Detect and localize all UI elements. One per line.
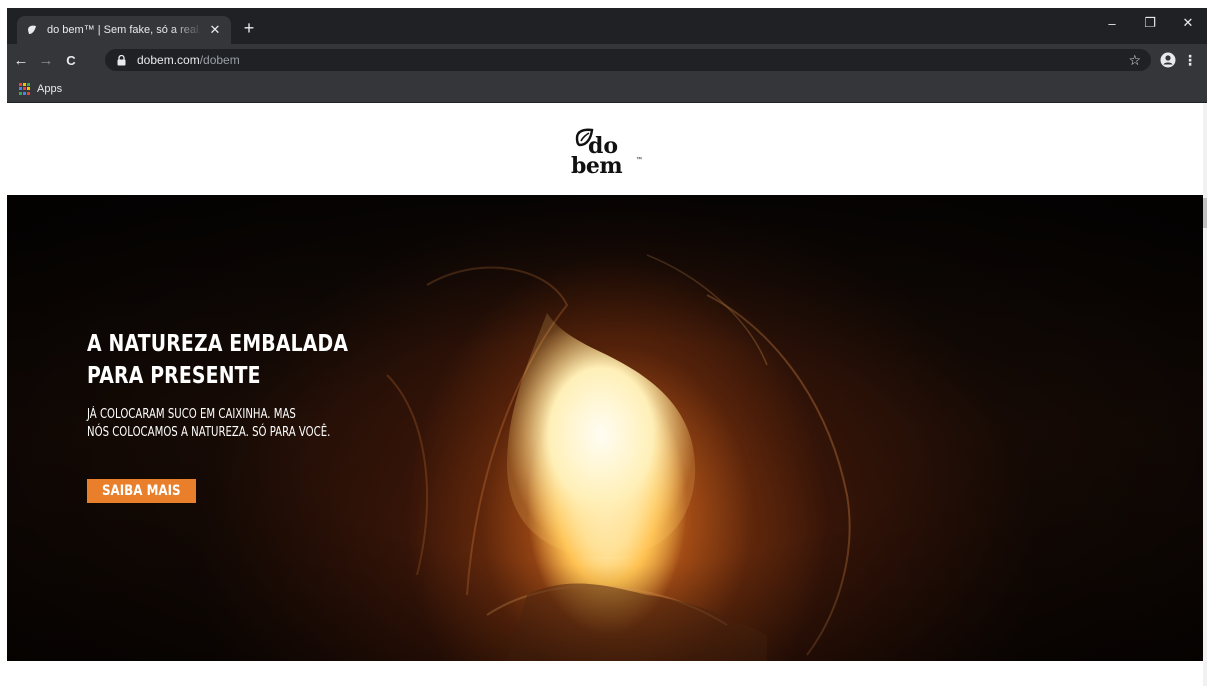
bookmark-star-icon[interactable]: ☆ bbox=[1128, 52, 1141, 69]
cta-label: SAIBA MAIS bbox=[101, 483, 181, 499]
bookmarks-bar: Apps bbox=[7, 76, 1207, 103]
url-text: dobem.com/dobem bbox=[137, 53, 240, 67]
logo-bem: bem bbox=[571, 153, 623, 179]
hero-title-line1: A NATUREZA EMBALADA bbox=[87, 331, 349, 357]
url-path: /dobem bbox=[199, 53, 240, 67]
hero-title-line2: PARA PRESENTE bbox=[87, 363, 261, 389]
hero-text-block: A NATUREZA EMBALADA PARA PRESENTE JÁ COL… bbox=[87, 328, 447, 442]
browser-window: do bem™ | Sem fake, só a real. Só ✕ + – … bbox=[7, 8, 1207, 686]
browser-toolbar: ← → C dobem.com/dobem ☆ ⋮ bbox=[7, 44, 1207, 76]
dobem-logo[interactable]: do bem ™ bbox=[566, 117, 648, 181]
restore-button[interactable]: ❐ bbox=[1131, 8, 1169, 38]
menu-icon[interactable]: ⋮ bbox=[1179, 49, 1201, 71]
back-button[interactable]: ← bbox=[10, 49, 32, 71]
saiba-mais-button[interactable]: SAIBA MAIS bbox=[87, 479, 196, 503]
minimize-button[interactable]: – bbox=[1093, 8, 1131, 38]
site-header: do bem ™ bbox=[7, 103, 1207, 195]
dobem-leaf-icon bbox=[25, 23, 39, 37]
lock-icon bbox=[117, 54, 129, 66]
hero-subtitle-line1: JÁ COLOCARAM SUCO EM CAIXINHA. MAS bbox=[87, 407, 296, 422]
url-host: dobem.com bbox=[137, 53, 200, 67]
scrollbar[interactable] bbox=[1203, 103, 1207, 686]
web-page: do bem ™ A NATUREZA EMBALADA PARA PRESEN… bbox=[7, 103, 1207, 686]
apps-label[interactable]: Apps bbox=[37, 83, 62, 95]
window-controls: – ❐ ✕ bbox=[1093, 8, 1207, 38]
hero-subtitle: JÁ COLOCARAM SUCO EM CAIXINHA. MAS NÓS C… bbox=[87, 406, 368, 442]
logo-trademark: ™ bbox=[636, 157, 642, 163]
profile-icon[interactable] bbox=[1157, 49, 1179, 71]
active-tab[interactable]: do bem™ | Sem fake, só a real. Só ✕ bbox=[17, 16, 231, 44]
address-bar[interactable]: dobem.com/dobem ☆ bbox=[105, 49, 1151, 71]
toolbar-right-icons: ⋮ bbox=[1157, 49, 1201, 71]
scrollbar-thumb[interactable] bbox=[1203, 198, 1207, 228]
forward-button[interactable]: → bbox=[35, 49, 57, 71]
close-icon[interactable]: ✕ bbox=[207, 22, 223, 38]
new-tab-button[interactable]: + bbox=[239, 18, 259, 38]
close-window-button[interactable]: ✕ bbox=[1169, 8, 1207, 38]
tab-title: do bem™ | Sem fake, só a real. Só bbox=[47, 24, 203, 36]
apps-icon[interactable] bbox=[19, 83, 31, 95]
hero-banner: A NATUREZA EMBALADA PARA PRESENTE JÁ COL… bbox=[7, 195, 1203, 661]
tab-strip: do bem™ | Sem fake, só a real. Só ✕ + – … bbox=[7, 8, 1207, 44]
hero-subtitle-line2: NÓS COLOCAMOS A NATUREZA. SÓ PARA VOCÊ. bbox=[87, 425, 331, 440]
reload-button[interactable]: C bbox=[60, 49, 82, 71]
